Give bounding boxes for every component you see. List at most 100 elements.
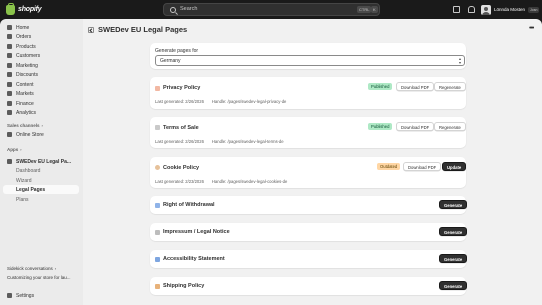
country-card: Generate pages for Germany ▴ ▾ [150, 43, 466, 69]
policy-title: Accessibility Statement [163, 256, 225, 262]
user-name: Lönnda Mosten [494, 7, 526, 12]
apps-label[interactable]: Apps › [7, 147, 22, 152]
policy-title: Impressum / Legal Notice [163, 229, 230, 235]
analytics-icon [7, 110, 12, 115]
policy-title: Terms of Sale [163, 125, 199, 131]
sidebar-item-customers[interactable]: Customers [3, 51, 79, 60]
sidebar-sub-legal-pages[interactable]: Legal Pages [3, 185, 79, 194]
sidebar-sub-plans[interactable]: Plans [3, 195, 79, 204]
orders-icon [7, 34, 12, 39]
avatar [481, 4, 491, 15]
page-header: SWEDev EU Legal Pages [88, 25, 187, 34]
user-badge: Josn [528, 6, 540, 13]
home-icon [7, 25, 12, 30]
document-icon [155, 125, 160, 130]
search-input[interactable]: Search CTRL K [163, 3, 380, 16]
sidebar-item-products[interactable]: Products [3, 42, 79, 51]
policy-meta: Last generated: 2/26/2026 Handle: /pages/… [155, 99, 287, 104]
building-icon [155, 230, 160, 235]
app-icon [7, 159, 12, 164]
sidebar-item-orders[interactable]: Orders [3, 32, 79, 41]
generate-label: Generate pages for [155, 48, 199, 54]
policy-meta: Last generated: 2/23/2026 Handle: /pages/… [155, 179, 288, 184]
policy-title: Right of Withdrawal [163, 202, 215, 208]
download-pdf-button[interactable]: Download PDF [396, 122, 435, 131]
regenerate-button[interactable]: Regenerate [434, 82, 466, 91]
search-placeholder: Search [180, 6, 198, 12]
policy-title: Cookie Policy [163, 165, 200, 171]
sidebar-item-online-store[interactable]: Online Store [3, 130, 79, 139]
shortcut-k: K [371, 6, 378, 13]
shopify-bag-icon [6, 2, 15, 15]
products-icon [7, 44, 12, 49]
main-content: SWEDev EU Legal Pages ••• Generate pages… [83, 19, 542, 305]
page-title: SWEDev EU Legal Pages [98, 25, 188, 34]
withdrawal-icon [155, 203, 160, 208]
country-select[interactable]: Germany ▴ ▾ [155, 55, 465, 66]
sidebar-item-settings[interactable]: Settings [3, 291, 79, 300]
generate-button[interactable]: Generate [439, 227, 468, 236]
finance-icon [7, 101, 12, 106]
generate-button[interactable]: Generate [439, 281, 468, 290]
sidebar-sub-wizard[interactable]: Wizard [3, 176, 79, 185]
policy-card-cookie: Cookie Policy Outdated Download PDF Upda… [150, 157, 467, 188]
chevron-right-icon: › [54, 266, 57, 271]
sidebar-item-app[interactable]: SWEDev EU Legal Pa... [3, 157, 79, 166]
store-icon[interactable] [453, 6, 460, 13]
bell-icon[interactable] [468, 6, 475, 13]
search-icon [170, 7, 176, 13]
sidebar-item-finance[interactable]: Finance [3, 99, 79, 108]
policy-card-terms: Terms of Sale Published Download PDF Reg… [150, 117, 466, 148]
sidebar-item-marketing[interactable]: Marketing [3, 61, 79, 70]
regenerate-button[interactable]: Regenerate [434, 122, 466, 131]
online-store-icon [7, 132, 12, 137]
gear-icon [7, 293, 12, 298]
discounts-icon [7, 72, 12, 77]
accessibility-icon [155, 257, 160, 262]
shortcut-ctrl: CTRL [357, 6, 372, 13]
country-value: Germany [160, 58, 181, 64]
app-back-icon[interactable] [88, 26, 94, 33]
chevron-right-icon: › [41, 123, 43, 128]
user-menu[interactable]: Lönnda Mosten Josn [481, 4, 540, 15]
sidebar-sub-dashboard[interactable]: Dashboard [3, 166, 79, 175]
marketing-icon [7, 63, 12, 68]
shield-icon [155, 86, 160, 91]
markets-icon [7, 91, 12, 96]
status-badge: Outdated [377, 163, 401, 170]
package-icon [155, 284, 160, 289]
shopify-logo[interactable]: shopify [6, 2, 42, 15]
policy-title: Shipping Policy [163, 283, 205, 289]
chevron-updown-icon: ▴ ▾ [458, 56, 461, 65]
status-badge: Published [368, 123, 393, 130]
cookie-icon [155, 165, 160, 170]
sidekick-conversations[interactable]: Sidekick conversations › [7, 266, 56, 271]
policy-title: Privacy Policy [163, 85, 201, 91]
policy-card-withdrawal: Right of Withdrawal Generate [150, 196, 468, 214]
policy-card-impressum: Impressum / Legal Notice Generate [150, 223, 468, 241]
sidebar-item-analytics[interactable]: Analytics [3, 108, 79, 117]
more-actions-icon[interactable]: ••• [529, 25, 534, 32]
update-button[interactable]: Update [442, 162, 467, 171]
policy-card-accessibility: Accessibility Statement Generate [150, 250, 468, 268]
chevron-right-icon: › [20, 147, 22, 152]
sidebar-item-markets[interactable]: Markets [3, 89, 79, 98]
sales-channels-label[interactable]: Sales channels › [7, 123, 43, 128]
top-bar: shopify Search CTRL K Lönnda Mosten Josn [0, 0, 542, 19]
sidebar-item-discounts[interactable]: Discounts [3, 70, 79, 79]
sidebar-item-home[interactable]: Home [3, 23, 79, 32]
policy-card-privacy: Privacy Policy Published Download PDF Re… [150, 77, 466, 109]
customizing-store-link[interactable]: Customizing your store for lau... [7, 275, 71, 280]
policy-meta: Last generated: 2/26/2026 Handle: /pages/… [155, 139, 284, 144]
content-icon [7, 82, 12, 87]
download-pdf-button[interactable]: Download PDF [396, 82, 435, 91]
status-badge: Published [368, 83, 393, 90]
download-pdf-button[interactable]: Download PDF [403, 162, 442, 171]
customers-icon [7, 53, 12, 58]
sidebar: Home Orders Products Customers Marketing… [0, 19, 83, 305]
policy-card-shipping: Shipping Policy Generate [150, 277, 468, 295]
sidebar-item-content[interactable]: Content [3, 80, 79, 89]
generate-button[interactable]: Generate [439, 254, 468, 263]
generate-button[interactable]: Generate [439, 200, 468, 209]
logo-text: shopify [18, 6, 42, 13]
